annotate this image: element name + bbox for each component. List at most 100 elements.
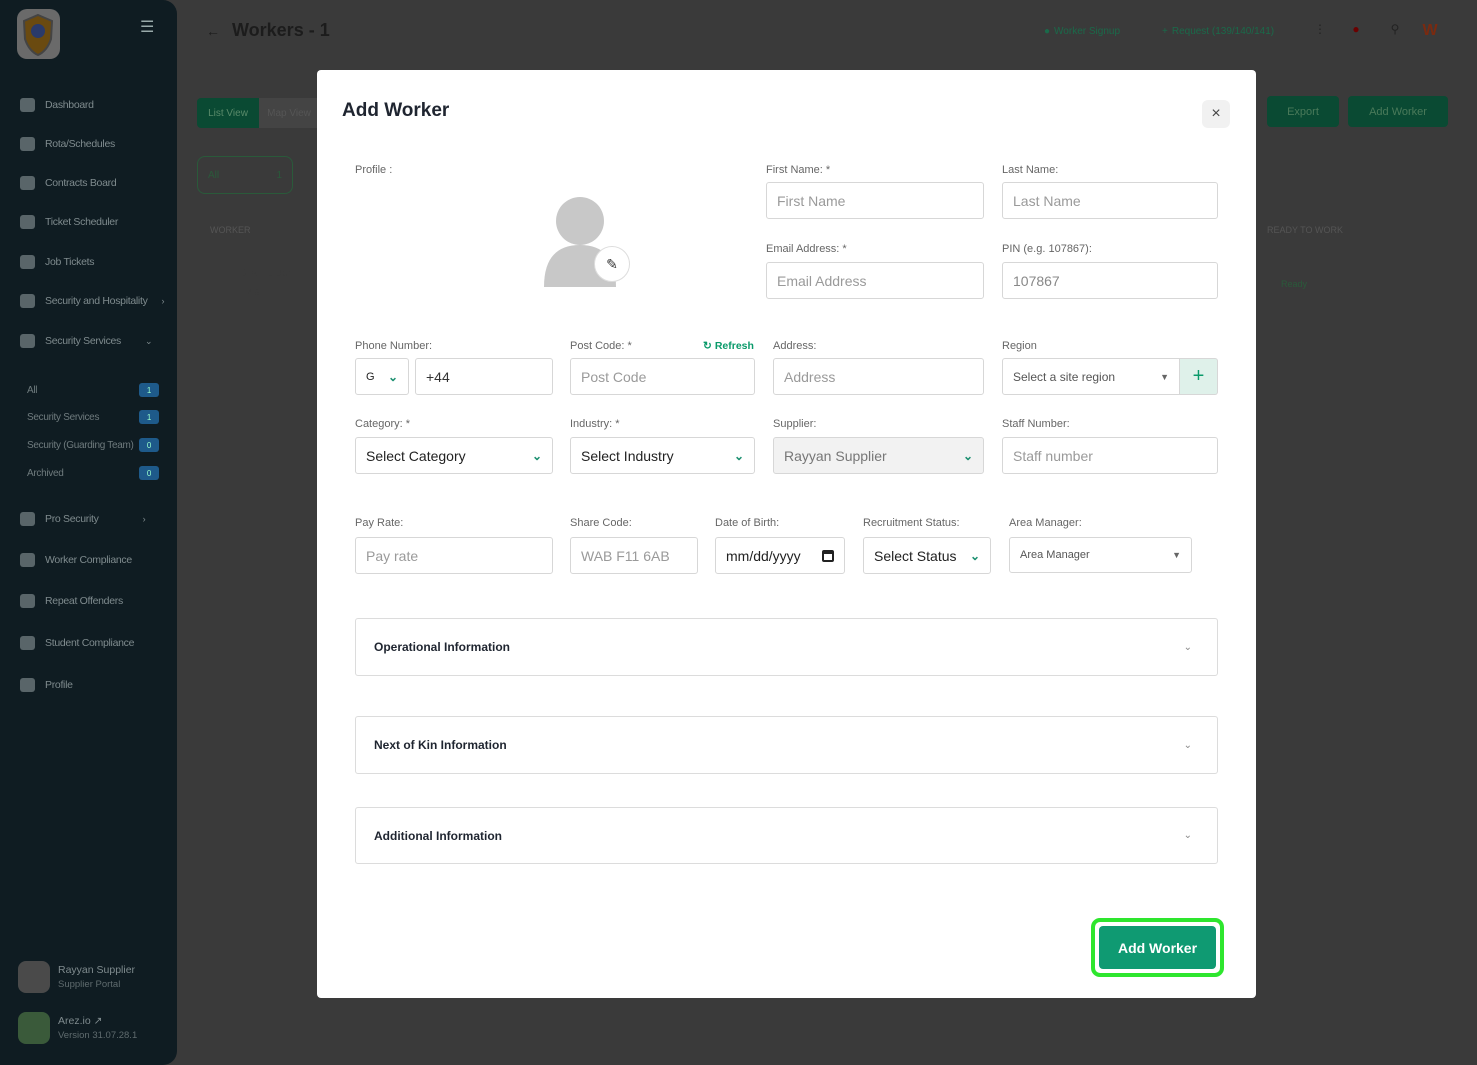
count-badge: 0 bbox=[139, 466, 159, 480]
org-avatar bbox=[18, 961, 50, 993]
share-code-input[interactable] bbox=[570, 537, 698, 574]
id-card-icon bbox=[20, 636, 35, 650]
address-input[interactable] bbox=[773, 358, 984, 395]
user-icon bbox=[20, 678, 35, 692]
date-of-birth-input[interactable]: mm/dd/yyyy bbox=[715, 537, 845, 574]
chevron-down-icon: ⌄ bbox=[969, 548, 980, 563]
users-icon bbox=[20, 334, 35, 348]
pencil-icon: ✎ bbox=[606, 255, 618, 272]
add-worker-modal: Add Worker × Profile : ✎ First Name: * L… bbox=[317, 70, 1256, 998]
app-logo bbox=[18, 1012, 50, 1044]
area-manager-select[interactable]: Area Manager ▼ bbox=[1009, 537, 1192, 573]
add-worker-page-button[interactable]: Add Worker bbox=[1348, 96, 1448, 127]
ready-status: Ready bbox=[1281, 279, 1308, 289]
tab-list-view[interactable]: List View bbox=[197, 98, 259, 128]
request-link[interactable]: + Request (139/140/141) bbox=[1162, 22, 1274, 40]
worker-name[interactable]: Bilal Haider bbox=[240, 268, 291, 279]
sidebar-item-worker-compliance[interactable]: Worker Compliance bbox=[20, 550, 132, 570]
sidebar-item-contracts[interactable]: Contracts Board bbox=[20, 173, 117, 193]
accordion-operational-information[interactable]: Operational Information ⌄ bbox=[355, 618, 1218, 676]
worker-rating: 4.8 bbox=[248, 288, 260, 297]
more-vertical-icon[interactable]: ⋮ bbox=[1312, 22, 1328, 38]
chevron-down-icon: ⌄ bbox=[145, 335, 153, 346]
phone-country-select[interactable]: G ⌄ bbox=[355, 358, 409, 395]
plus-icon: + bbox=[1162, 25, 1168, 37]
column-header-ready: READY TO WORK bbox=[1267, 225, 1344, 235]
last-name-input[interactable] bbox=[1002, 182, 1218, 219]
close-button[interactable]: × bbox=[1202, 100, 1230, 128]
staff-number-input[interactable] bbox=[1002, 437, 1218, 474]
chevron-right-icon: › bbox=[161, 296, 165, 306]
tag-icon bbox=[20, 255, 35, 269]
sidebar-subitem-guarding-team[interactable]: Security (Guarding Team) 0 bbox=[27, 437, 159, 453]
email-input[interactable] bbox=[766, 262, 984, 299]
sidebar-item-rota[interactable]: Rota/Schedules bbox=[20, 134, 115, 154]
caret-down-icon: ▼ bbox=[1172, 550, 1181, 560]
export-button[interactable]: Export bbox=[1267, 96, 1339, 127]
home-icon bbox=[20, 98, 35, 112]
users-icon bbox=[20, 294, 35, 308]
accordion-additional-information[interactable]: Additional Information ⌄ bbox=[355, 807, 1218, 864]
brand-w-icon: W bbox=[1422, 22, 1438, 39]
calendar-icon bbox=[822, 549, 834, 562]
external-link-icon[interactable]: ↗ bbox=[94, 1015, 103, 1027]
caret-down-icon: ▼ bbox=[1160, 371, 1169, 382]
check-circle-icon: ● bbox=[1044, 25, 1051, 37]
category-select[interactable]: Select Category ⌄ bbox=[355, 437, 553, 474]
profile-label: Profile : bbox=[355, 164, 393, 176]
region-select[interactable]: Select a site region ▼ bbox=[1002, 358, 1180, 395]
calendar-icon bbox=[20, 137, 35, 151]
edit-profile-photo-button[interactable]: ✎ bbox=[594, 246, 630, 282]
phone-input[interactable] bbox=[415, 358, 553, 395]
sidebar-item-profile[interactable]: Profile bbox=[20, 675, 73, 695]
tab-map-view[interactable]: Map View bbox=[259, 98, 319, 128]
chevron-down-icon: ⌄ bbox=[531, 448, 542, 463]
chevron-down-icon: ⌄ bbox=[733, 448, 744, 463]
worker-signup-link[interactable]: ● Worker Signup bbox=[1044, 22, 1120, 40]
document-icon bbox=[20, 594, 35, 608]
link-icon[interactable]: ⚲ bbox=[1387, 22, 1403, 38]
menu-collapse-icon[interactable]: ☰ bbox=[140, 17, 154, 37]
chevron-right-icon: › bbox=[142, 514, 146, 524]
notification-bell-icon[interactable]: ● bbox=[1348, 22, 1364, 38]
chevron-down-icon: ⌄ bbox=[387, 369, 398, 384]
sidebar-subitem-all[interactable]: All 1 bbox=[27, 382, 159, 398]
sidebar-item-security-hospitality[interactable]: Security and Hospitality › bbox=[20, 291, 165, 311]
calendar-icon bbox=[20, 215, 35, 229]
submit-highlight: Add Worker bbox=[1091, 918, 1224, 977]
chevron-down-icon: ⌄ bbox=[1183, 641, 1192, 653]
sidebar-item-security-services[interactable]: Security Services ⌄ bbox=[20, 331, 153, 351]
sidebar-item-repeat-offenders[interactable]: Repeat Offenders bbox=[20, 591, 123, 611]
sidebar-item-pro-security[interactable]: Pro Security › bbox=[20, 509, 146, 529]
company-logo bbox=[17, 9, 60, 59]
sidebar-item-ticket-scheduler[interactable]: Ticket Scheduler bbox=[20, 212, 118, 232]
add-region-button[interactable]: + bbox=[1180, 358, 1218, 395]
chevron-down-icon: ⌄ bbox=[1183, 830, 1192, 841]
sidebar: ☰ Dashboard Rota/Schedules Contracts Boa… bbox=[0, 0, 177, 1065]
refresh-button[interactable]: ↻ Refresh bbox=[703, 340, 754, 352]
recruitment-status-select[interactable]: Select Status ⌄ bbox=[863, 537, 991, 574]
count-badge: 1 bbox=[139, 410, 159, 424]
first-name-input[interactable] bbox=[766, 182, 984, 219]
pin-input[interactable] bbox=[1002, 262, 1218, 299]
document-icon bbox=[20, 176, 35, 190]
sidebar-item-dashboard[interactable]: Dashboard bbox=[20, 95, 94, 115]
sidebar-subitem-archived[interactable]: Archived 0 bbox=[27, 465, 159, 481]
count-badge: 0 bbox=[139, 438, 159, 452]
filter-all[interactable]: All 1 bbox=[197, 156, 293, 194]
sidebar-item-job-tickets[interactable]: Job Tickets bbox=[20, 252, 95, 272]
pay-rate-input[interactable] bbox=[355, 537, 553, 574]
back-arrow-icon[interactable]: ← bbox=[206, 23, 220, 39]
chevron-down-icon: ⌄ bbox=[962, 448, 973, 463]
users-icon bbox=[20, 512, 35, 526]
post-code-input[interactable] bbox=[570, 358, 755, 395]
count-badge: 1 bbox=[139, 383, 159, 397]
org-switcher[interactable]: Rayyan Supplier Supplier Portal bbox=[18, 961, 135, 993]
industry-select[interactable]: Select Industry ⌄ bbox=[570, 437, 755, 474]
add-worker-button[interactable]: Add Worker bbox=[1099, 926, 1216, 969]
supplier-select[interactable]: Rayyan Supplier ⌄ bbox=[773, 437, 984, 474]
sidebar-subitem-security-services[interactable]: Security Services 1 bbox=[27, 409, 159, 425]
column-header-worker: WORKER bbox=[210, 225, 251, 235]
accordion-next-of-kin[interactable]: Next of Kin Information ⌄ bbox=[355, 716, 1218, 774]
sidebar-item-student-compliance[interactable]: Student Compliance bbox=[20, 633, 134, 653]
